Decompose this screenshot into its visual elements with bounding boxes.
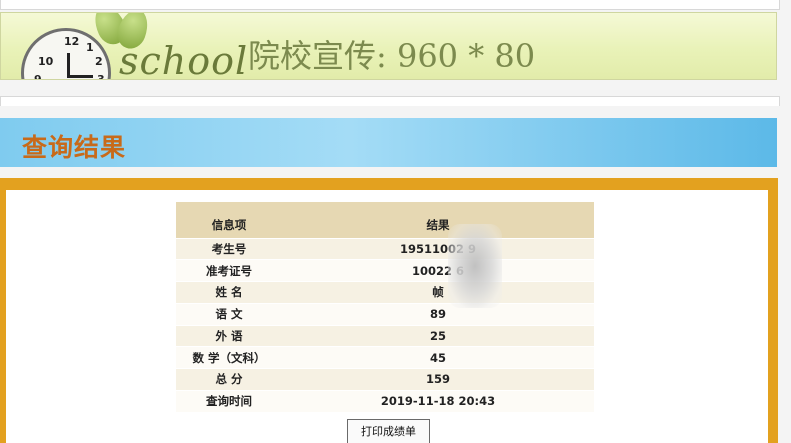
table-row: 外 语 25 bbox=[176, 324, 594, 347]
table-row: 准考证号 10022 6 bbox=[176, 259, 594, 282]
table-row: 查询时间 2019-11-18 20:43 bbox=[176, 389, 594, 412]
clock-number: 9 bbox=[34, 73, 42, 80]
content-strip bbox=[0, 96, 780, 106]
row-label: 考生号 bbox=[176, 237, 282, 260]
column-header-result: 结果 bbox=[282, 202, 594, 238]
top-strip bbox=[0, 0, 780, 10]
row-value: 25 bbox=[282, 324, 594, 347]
school-banner: 12 1 2 3 9 10 school 院校宣传: 960 * 80 bbox=[0, 12, 777, 80]
clock-number: 12 bbox=[64, 35, 80, 48]
clock-icon: 12 1 2 3 9 10 bbox=[21, 28, 111, 80]
table-row: 语 文 89 bbox=[176, 302, 594, 325]
row-value: 159 bbox=[282, 368, 594, 391]
column-header-item: 信息项 bbox=[176, 202, 282, 238]
clock-number: 3 bbox=[97, 73, 105, 80]
banner-school-text: school bbox=[119, 39, 249, 80]
privacy-blur bbox=[448, 224, 502, 308]
table-row: 数 学（文科） 45 bbox=[176, 346, 594, 369]
row-label: 数 学（文科） bbox=[176, 346, 282, 369]
row-label: 语 文 bbox=[176, 302, 282, 325]
row-value: 19511002 9 bbox=[282, 237, 594, 260]
clock-number: 10 bbox=[38, 55, 54, 68]
row-value: 89 bbox=[282, 302, 594, 325]
result-table: 信息项 结果 考生号 19511002 9 准考证号 10022 6 姓 名 帧 bbox=[176, 202, 594, 412]
section-title: 查询结果 bbox=[22, 133, 127, 162]
print-transcript-button[interactable]: 打印成绩单 bbox=[347, 419, 430, 443]
row-label: 外 语 bbox=[176, 324, 282, 347]
row-value: 10022 6 bbox=[282, 259, 594, 282]
result-panel: 信息项 结果 考生号 19511002 9 准考证号 10022 6 姓 名 帧 bbox=[6, 190, 768, 443]
result-frame: 信息项 结果 考生号 19511002 9 准考证号 10022 6 姓 名 帧 bbox=[0, 178, 778, 443]
table-row: 考生号 19511002 9 bbox=[176, 237, 594, 260]
row-label: 总 分 bbox=[176, 368, 282, 391]
banner-promo-text: 院校宣传: 960 * 80 bbox=[248, 37, 536, 75]
clock-number: 2 bbox=[95, 55, 103, 68]
table-header-row: 信息项 结果 bbox=[176, 202, 594, 238]
table-row: 总 分 159 bbox=[176, 368, 594, 391]
clock-minute-hand bbox=[67, 75, 93, 78]
clock-number: 1 bbox=[86, 41, 94, 54]
row-value: 帧 bbox=[282, 281, 594, 304]
row-label: 查询时间 bbox=[176, 389, 282, 412]
section-header: 查询结果 bbox=[0, 118, 777, 167]
row-value: 2019-11-18 20:43 bbox=[282, 389, 594, 412]
row-label: 准考证号 bbox=[176, 259, 282, 282]
row-value: 45 bbox=[282, 346, 594, 369]
row-label: 姓 名 bbox=[176, 281, 282, 304]
table-row: 姓 名 帧 bbox=[176, 281, 594, 304]
